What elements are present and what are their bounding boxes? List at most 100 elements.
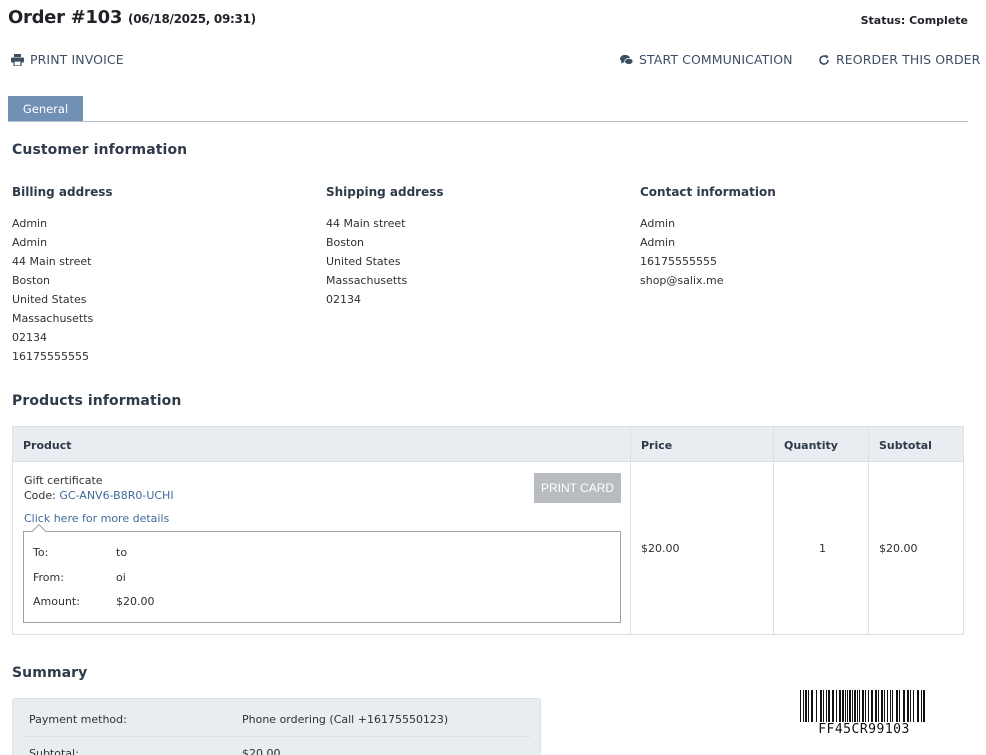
order-date: (06/18/2025, 09:31)	[128, 12, 256, 26]
barcode-bar	[852, 690, 853, 722]
print-card-button[interactable]: PRINT CARD	[534, 473, 621, 503]
contact-line: 16175555555	[640, 255, 717, 268]
barcode-bar	[828, 690, 830, 722]
contact-line: Admin	[640, 217, 676, 230]
contact-info: Admin Admin 16175555555 shop@salix.me	[640, 214, 724, 290]
barcode-bar	[832, 690, 834, 722]
order-number: Order #103	[8, 7, 123, 28]
column-header-quantity: Quantity	[784, 439, 838, 452]
summary-subtotal-label: Subtotal:	[29, 747, 79, 755]
billing-line: Admin	[12, 217, 48, 230]
detail-label-from: From:	[33, 571, 64, 584]
barcode-bar	[917, 690, 919, 722]
product-code-value: GC-ANV6-B8R0-UCHI	[59, 489, 174, 502]
detail-value-from: oi	[116, 571, 126, 584]
barcode-bar	[862, 690, 864, 722]
order-title: Order #103 (06/18/2025, 09:31)	[8, 7, 256, 28]
product-code: Code: GC-ANV6-B8R0-UCHI	[24, 489, 174, 502]
table-header: Product Price Quantity Subtotal	[13, 427, 963, 462]
column-header-price: Price	[641, 439, 673, 452]
barcode-bar	[820, 690, 822, 722]
barcode-image	[800, 690, 925, 722]
barcode-bar	[923, 690, 925, 722]
barcode-bar	[849, 690, 851, 722]
barcode-bar	[859, 690, 860, 722]
shipping-line: United States	[326, 255, 401, 268]
barcode-bar	[921, 690, 922, 722]
payment-method-label: Payment method:	[29, 713, 127, 726]
barcode-bar	[871, 690, 873, 722]
barcode-bar	[907, 690, 909, 722]
column-divider	[868, 427, 869, 634]
gift-details-box: To: to From: oi Amount: $20.00	[23, 523, 621, 623]
billing-line: Boston	[12, 274, 51, 287]
products-info-title: Products information	[12, 393, 182, 409]
contact-email: shop@salix.me	[640, 274, 724, 287]
product-subtotal: $20.00	[879, 542, 918, 555]
contact-info-title: Contact information	[640, 185, 776, 199]
refresh-icon	[817, 53, 830, 66]
barcode-bar	[892, 690, 893, 722]
shipping-address: 44 Main street Boston United States Mass…	[326, 214, 407, 309]
detail-value-amount: $20.00	[116, 595, 155, 608]
barcode-bar	[887, 690, 888, 722]
barcode-bar	[868, 690, 869, 722]
barcode-bar	[847, 690, 848, 722]
shipping-line: 44 Main street	[326, 217, 406, 230]
tab-general[interactable]: General	[8, 96, 83, 122]
billing-address: Admin Admin 44 Main street Boston United…	[12, 214, 93, 366]
barcode-bar	[826, 690, 827, 722]
reorder-label: REORDER THIS ORDER	[836, 52, 981, 67]
printer-icon	[11, 53, 24, 66]
barcode-bar	[839, 690, 841, 722]
detail-value-to: to	[116, 546, 128, 559]
products-table: Product Price Quantity Subtotal Gift cer…	[12, 426, 964, 635]
chat-bubbles-icon	[620, 53, 633, 66]
product-quantity: 1	[819, 542, 826, 555]
detail-label-to: To:	[33, 546, 49, 559]
reorder-button[interactable]: REORDER THIS ORDER	[817, 52, 980, 67]
summary-subtotal-value: $20.00	[242, 747, 281, 755]
product-code-label: Code:	[24, 489, 56, 502]
column-header-product: Product	[23, 439, 72, 452]
barcode-bar	[808, 690, 809, 722]
column-divider	[630, 427, 631, 634]
barcode-bar	[857, 690, 858, 722]
barcode-bar	[816, 690, 817, 722]
barcode-bar	[800, 690, 801, 722]
billing-address-title: Billing address	[12, 185, 113, 199]
summary-title: Summary	[12, 665, 88, 681]
barcode-bar	[878, 690, 879, 722]
billing-line: Massachusetts	[12, 312, 94, 325]
billing-line: 02134	[12, 331, 47, 344]
column-divider	[773, 427, 774, 634]
barcode-bar	[896, 690, 898, 722]
shipping-line: Boston	[326, 236, 365, 249]
barcode-bar	[875, 690, 877, 722]
barcode-text: FF45CR99103	[818, 722, 910, 737]
barcode-bar	[865, 690, 866, 722]
customer-info-title: Customer information	[12, 142, 188, 158]
start-communication-button[interactable]: START COMMUNICATION	[620, 52, 793, 67]
print-invoice-button[interactable]: PRINT INVOICE	[11, 52, 124, 67]
summary-divider	[23, 736, 531, 737]
barcode-bar	[842, 690, 844, 722]
contact-line: Admin	[640, 236, 676, 249]
barcode-bar	[811, 690, 813, 722]
barcode-bar	[823, 690, 824, 722]
billing-line: United States	[12, 293, 87, 306]
payment-method-value: Phone ordering (Call +16175550123)	[242, 713, 449, 726]
product-name: Gift certificate	[24, 474, 103, 487]
tab-divider	[8, 121, 968, 122]
billing-line: 44 Main street	[12, 255, 92, 268]
barcode-bar	[903, 690, 905, 722]
barcode-bar	[803, 690, 804, 722]
barcode-bar	[913, 690, 914, 722]
more-details-link[interactable]: Click here for more details	[24, 512, 169, 525]
barcode-bar	[884, 690, 885, 722]
start-communication-label: START COMMUNICATION	[639, 52, 793, 67]
shipping-line: Massachusetts	[326, 274, 408, 287]
billing-line: 16175555555	[12, 350, 89, 363]
column-header-subtotal: Subtotal	[879, 439, 932, 452]
barcode-bar	[845, 690, 846, 722]
